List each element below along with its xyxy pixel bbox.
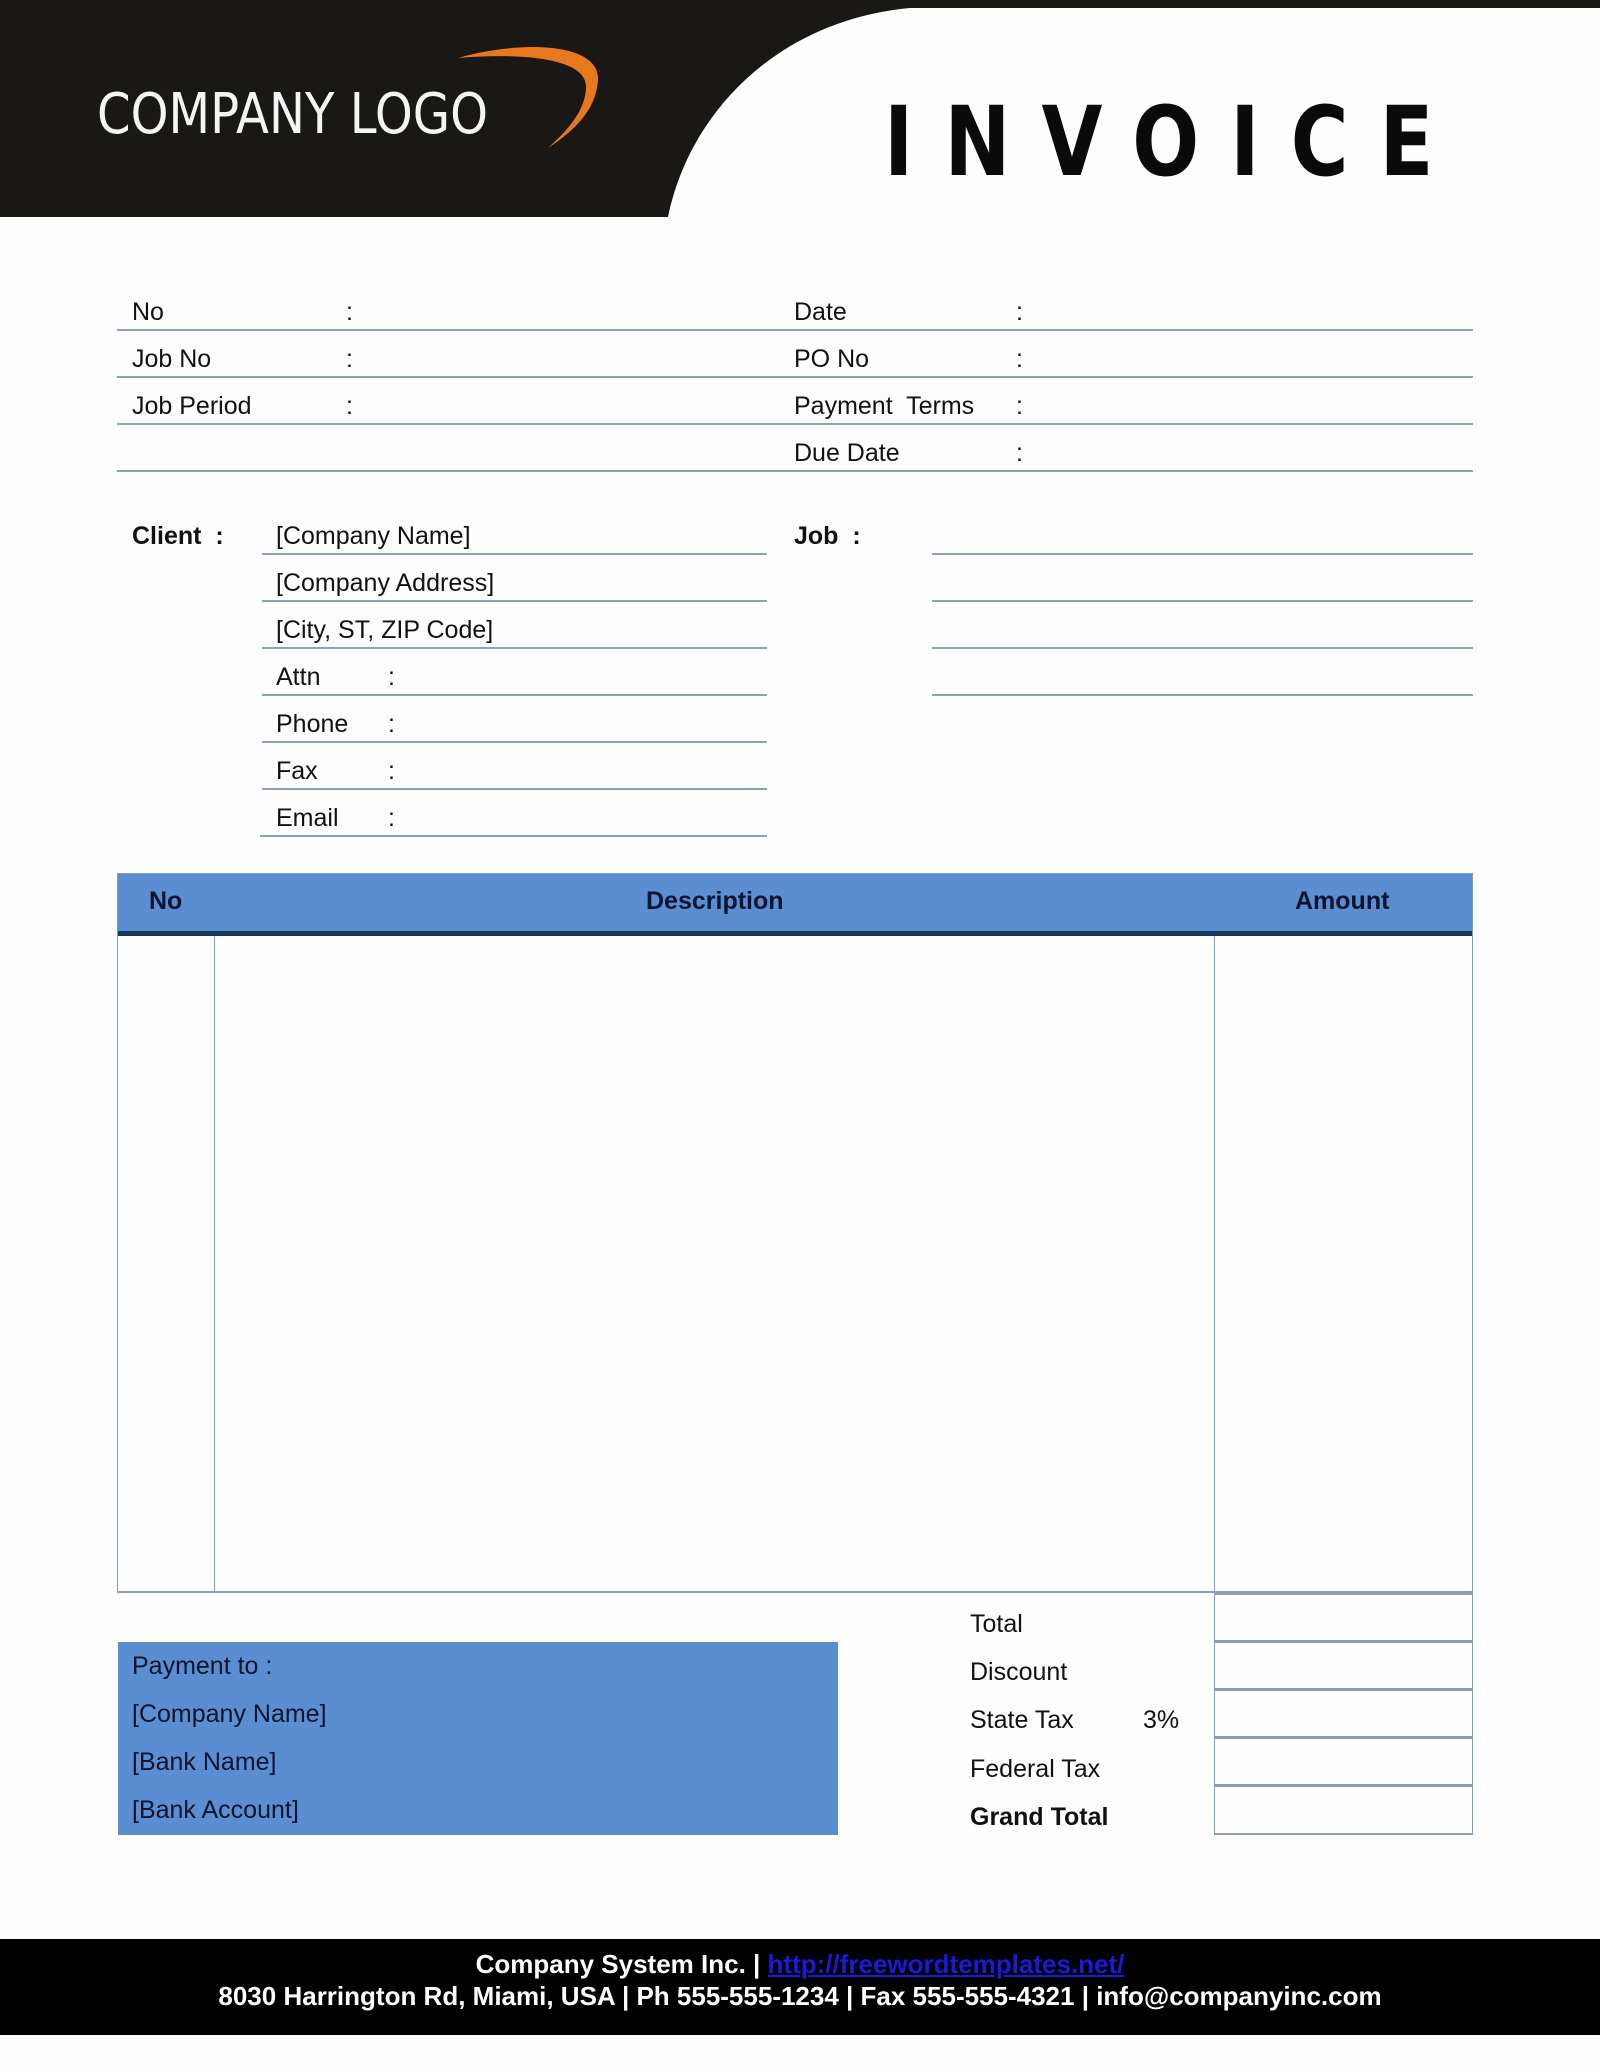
meta-payment-terms-colon: : (1016, 392, 1023, 420)
client-company-address[interactable]: [Company Address] (276, 569, 494, 598)
state-tax-value-cell[interactable] (1214, 1689, 1473, 1737)
client-line (260, 835, 767, 837)
column-header-amount: Amount (1295, 887, 1390, 915)
meta-due-date-label: Due Date (794, 439, 900, 467)
client-label: Client : (132, 522, 224, 550)
description-column-body[interactable] (215, 936, 1214, 1591)
invoice-title: INVOICE (884, 86, 1465, 198)
meta-no-label: No (132, 298, 164, 326)
meta-po-no-colon: : (1016, 345, 1023, 373)
meta-row-line (117, 329, 1473, 331)
job-line-4[interactable] (932, 694, 1473, 696)
meta-row-line (117, 423, 1473, 425)
total-label: Total (970, 1610, 1023, 1638)
meta-job-no-colon: : (346, 345, 353, 373)
discount-label: Discount (970, 1658, 1068, 1686)
grand-total-label: Grand Total (970, 1803, 1109, 1831)
meta-po-no-label: PO No (794, 345, 870, 373)
column-header-no: No (149, 887, 183, 915)
grand-total-value-cell[interactable] (1214, 1785, 1473, 1835)
client-line (262, 600, 767, 602)
client-line (262, 553, 767, 555)
amount-column-body[interactable] (1215, 936, 1472, 1591)
job-label: Job : (794, 522, 861, 550)
job-line-2[interactable] (932, 600, 1473, 602)
meta-job-period-colon: : (346, 392, 353, 420)
items-table: No Description Amount (117, 873, 1473, 1593)
client-phone-colon: : (388, 710, 395, 738)
payment-bank-name: [Bank Name] (132, 1748, 277, 1776)
client-company-name[interactable]: [Company Name] (276, 522, 471, 551)
client-line (262, 741, 767, 743)
job-line-1[interactable] (932, 553, 1473, 555)
payment-company-name: [Company Name] (132, 1700, 327, 1728)
footer-line-1: Company System Inc. | http://freewordtem… (0, 1949, 1600, 1980)
meta-date-label: Date (794, 298, 847, 326)
meta-job-no-label: Job No (132, 345, 212, 373)
client-attn-label: Attn (276, 663, 321, 691)
client-attn-colon: : (388, 663, 395, 691)
client-fax-label: Fax (276, 757, 318, 785)
client-fax-colon: : (388, 757, 395, 785)
discount-value-cell[interactable] (1214, 1641, 1473, 1689)
total-value-cell[interactable] (1214, 1593, 1473, 1641)
client-phone-label: Phone (276, 710, 349, 738)
meta-payment-terms-label: Payment Terms (794, 392, 975, 420)
items-table-header: No Description Amount (118, 874, 1472, 936)
client-city-zip[interactable]: [City, ST, ZIP Code] (276, 616, 493, 645)
footer-link[interactable]: http://freewordtemplates.net/ (768, 1949, 1125, 1979)
client-email-label: Email (276, 804, 339, 832)
payment-box: Payment to : [Company Name] [Bank Name] … (118, 1642, 838, 1835)
payment-title: Payment to : (132, 1652, 273, 1680)
meta-job-period-label: Job Period (132, 392, 252, 420)
no-column-body[interactable] (118, 936, 214, 1591)
client-line (262, 647, 767, 649)
client-line (262, 788, 767, 790)
footer-company: Company System Inc. | (475, 1949, 761, 1979)
meta-no-colon: : (346, 298, 353, 326)
federal-tax-value-cell[interactable] (1214, 1737, 1473, 1785)
meta-row-line (117, 470, 1473, 472)
state-tax-label: State Tax (970, 1706, 1074, 1734)
meta-due-date-colon: : (1016, 439, 1023, 467)
meta-date-colon: : (1016, 298, 1023, 326)
client-email-colon: : (388, 804, 395, 832)
payment-bank-account: [Bank Account] (132, 1796, 299, 1824)
meta-row-line (117, 376, 1473, 378)
footer: Company System Inc. | http://freewordtem… (0, 1939, 1600, 2035)
federal-tax-label: Federal Tax (970, 1755, 1101, 1783)
column-header-description: Description (646, 887, 784, 915)
state-tax-rate: 3% (1143, 1706, 1180, 1734)
footer-address-line: 8030 Harrington Rd, Miami, USA | Ph 555-… (218, 1981, 1382, 2011)
job-line-3[interactable] (932, 647, 1473, 649)
company-logo-text: COMPANY LOGO (97, 82, 489, 147)
client-line (262, 694, 767, 696)
